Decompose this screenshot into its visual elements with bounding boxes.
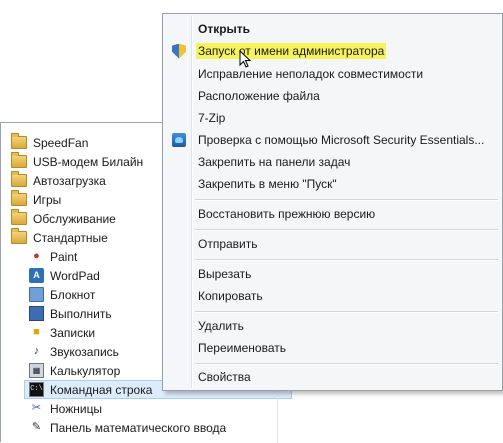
menu-item-send-to[interactable]: Отправить <box>165 233 500 255</box>
menu-separator <box>195 363 498 365</box>
menu-item-label: Вырезать <box>198 267 252 281</box>
menu-item-label: Исправление неполадок совместимости <box>198 67 424 81</box>
menu-item-rename[interactable]: Переименовать <box>165 337 500 359</box>
menu-item-label: Расположение файла <box>198 89 320 103</box>
menu-separator <box>195 229 498 231</box>
menu-separator <box>195 259 498 261</box>
folder-icon <box>11 228 27 244</box>
program-label: Записки <box>50 325 96 340</box>
security-essentials-icon <box>171 132 187 148</box>
paint-icon: ● <box>33 250 40 262</box>
menu-item-label: Восстановить прежнюю версию <box>198 207 376 221</box>
menu-item-run-as-admin[interactable]: Запуск от имени администратора <box>165 40 500 68</box>
menu-item-label: Открыть <box>198 22 251 36</box>
wordpad-icon: A <box>29 268 44 283</box>
menu-item-file-location[interactable]: Расположение файла <box>165 85 500 107</box>
program-label: WordPad <box>50 268 100 283</box>
menu-item-delete[interactable]: Удалить <box>165 315 500 337</box>
microphone-icon: ♪ <box>33 345 40 357</box>
program-label: Панель математического ввода <box>50 420 227 435</box>
menu-separator <box>195 311 498 313</box>
program-label: Ножницы <box>50 401 103 416</box>
sticky-notes-icon: ■ <box>33 326 40 338</box>
menu-item-open[interactable]: Открыть <box>165 18 500 40</box>
context-menu: Открыть Запуск от имени администратора И… <box>162 13 503 391</box>
program-item-snipping-tool[interactable]: ✂ Ножницы <box>1 399 308 418</box>
scissors-icon: ✂ <box>31 402 42 414</box>
menu-item-label: Удалить <box>198 319 244 333</box>
menu-item-label: Отправить <box>198 237 258 251</box>
folder-label: Стандартные <box>33 230 108 245</box>
program-label: Paint <box>50 249 78 264</box>
folder-icon <box>11 190 27 206</box>
menu-item-compat-troubleshoot[interactable]: Исправление неполадок совместимости <box>165 63 500 85</box>
folder-icon <box>11 171 27 187</box>
folder-label: USB-модем Билайн <box>33 154 144 169</box>
uac-shield-icon <box>171 43 187 59</box>
menu-item-label: Проверка с помощью Microsoft Security Es… <box>198 133 485 147</box>
menu-item-label: Переименовать <box>198 341 286 355</box>
menu-item-label: Запуск от имени администратора <box>198 44 385 58</box>
folder-label: SpeedFan <box>33 135 89 150</box>
menu-item-pin-start[interactable]: Закрепить в меню "Пуск" <box>165 173 500 195</box>
program-item-math-input[interactable]: ✎ Панель математического ввода <box>1 418 308 437</box>
notepad-icon <box>29 287 44 302</box>
folder-label: Автозагрузка <box>33 173 106 188</box>
folder-label: Обслуживание <box>33 211 116 226</box>
folder-icon <box>11 209 27 225</box>
command-prompt-icon: C:\ <box>29 382 44 397</box>
menu-item-pin-taskbar[interactable]: Закрепить на панели задач <box>165 151 500 173</box>
program-label: Звукозапись <box>50 344 119 359</box>
calculator-icon: ▦ <box>29 363 44 378</box>
program-label: Выполнить <box>50 306 112 321</box>
menu-item-restore-previous[interactable]: Восстановить прежнюю версию <box>165 203 500 225</box>
menu-item-copy[interactable]: Копировать <box>165 285 500 307</box>
menu-item-7zip[interactable]: 7-Zip <box>165 107 500 129</box>
pen-icon: ✎ <box>31 421 42 433</box>
run-icon <box>29 306 44 321</box>
program-label: Блокнот <box>50 287 96 302</box>
menu-item-cut[interactable]: Вырезать <box>165 263 500 285</box>
menu-item-label: Копировать <box>198 289 263 303</box>
folder-label: Игры <box>33 192 62 207</box>
menu-item-label: Закрепить в меню "Пуск" <box>198 177 337 191</box>
menu-item-label: 7-Zip <box>198 111 226 125</box>
folder-icon <box>11 133 27 149</box>
menu-separator <box>195 199 498 201</box>
program-label: Командная строка <box>50 382 153 397</box>
program-label: Калькулятор <box>50 363 121 378</box>
folder-icon <box>11 152 27 168</box>
menu-item-label: Закрепить на панели задач <box>198 155 351 169</box>
menu-item-label: Свойства <box>198 370 251 384</box>
menu-item-mse-scan[interactable]: Проверка с помощью Microsoft Security Es… <box>165 129 500 151</box>
menu-item-properties[interactable]: Свойства <box>165 366 500 388</box>
